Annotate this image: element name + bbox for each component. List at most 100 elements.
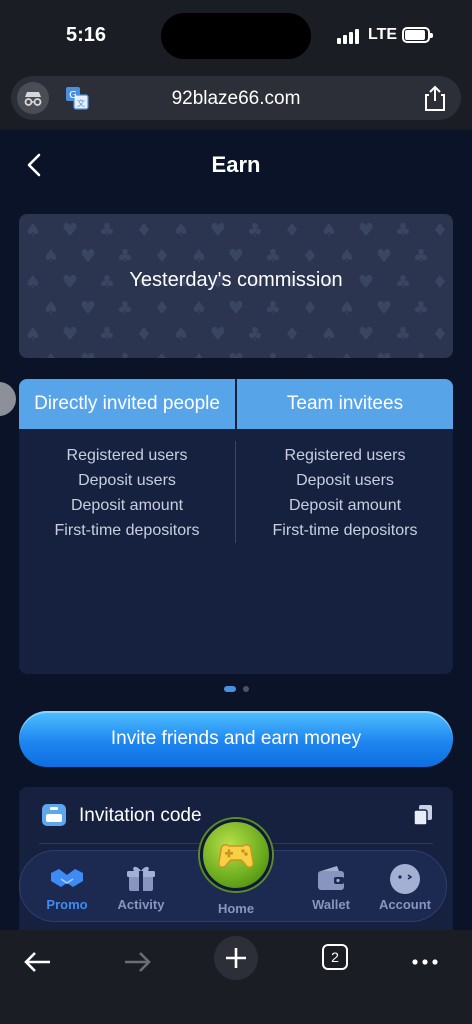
stat-label: Deposit amount [288,497,402,514]
stat-label: Deposit users [296,472,394,489]
gamepad-icon [218,844,254,868]
suit-pattern-glyph: ♥ [376,350,392,358]
tab-switcher-button[interactable]: 2 [322,944,348,970]
inbox-icon [41,803,67,827]
suit-pattern-glyph: ♣ [99,324,115,345]
suit-pattern-glyph: ♦ [136,324,152,345]
suit-pattern-glyph: ♠ [339,350,355,358]
commission-label: Yesterday's commission [129,269,343,291]
suit-pattern-glyph: ♠ [191,350,207,358]
handshake-icon [32,863,102,895]
carousel-dot[interactable] [243,686,249,692]
stats-card: Directly invited people Team invitees Re… [19,379,453,674]
stat-label: First-time depositors [54,522,200,539]
forward-arrow-icon[interactable] [117,942,157,982]
more-menu-icon[interactable] [406,942,446,982]
battery-icon [402,27,433,43]
suit-pattern-glyph: ♣ [117,298,133,319]
suit-pattern-glyph: ♦ [302,298,318,319]
signal-icon [337,28,359,44]
suit-pattern-glyph: ♦ [154,298,170,319]
suit-pattern-glyph: ♣ [117,350,133,358]
suit-pattern-glyph: ♥ [80,350,96,358]
suit-pattern-glyph: ♣ [265,350,281,358]
stat-label: Deposit users [78,472,176,489]
stat-label: Registered users [284,447,406,464]
suit-pattern-glyph: ♠ [339,298,355,319]
suit-pattern-glyph: ♠ [25,220,41,241]
stat-label: First-time depositors [272,522,418,539]
tab-directly-invited[interactable]: Directly invited people [19,379,235,429]
status-time: 5:16 [66,24,107,46]
suit-pattern-glyph: ♥ [228,350,244,358]
tab-label: Activity [117,897,165,912]
stat-label: Deposit amount [70,497,184,514]
suit-pattern-glyph: ♣ [117,246,133,267]
share-icon[interactable] [423,84,447,112]
suit-pattern-glyph: ♣ [247,324,263,345]
suit-pattern-glyph: ♣ [413,246,429,267]
wallet-icon [296,863,366,895]
suit-pattern-glyph: ♦ [136,220,152,241]
suit-pattern-glyph: ♣ [265,298,281,319]
tab-label: Account [379,897,431,912]
suit-pattern-glyph: ♠ [43,350,59,358]
tab-label: Wallet [312,897,350,912]
tab-wallet[interactable]: Wallet [296,863,366,912]
url-text: 92blaze66.com [171,88,301,109]
app-header: Earn [0,130,472,200]
suit-pattern-glyph: ♦ [450,246,453,267]
suit-pattern-glyph: ♠ [173,220,189,241]
suit-pattern-glyph: ♦ [284,220,300,241]
carousel-dot-active[interactable] [224,686,236,692]
suit-pattern-glyph: ♣ [413,350,429,358]
tab-home-label: Home [217,901,255,916]
network-label: LTE [368,26,398,43]
invitation-code-label: Invitation code [79,805,202,826]
suit-pattern-glyph: ♣ [395,220,411,241]
suit-pattern-glyph: ♥ [80,246,96,267]
suit-pattern-glyph: ♥ [358,220,374,241]
address-field[interactable]: G 文 92blaze66.com [11,76,461,120]
back-arrow-icon[interactable] [18,942,58,982]
suit-pattern-glyph: ♠ [191,246,207,267]
tab-label: Promo [46,897,88,912]
suit-pattern-glyph: ♦ [432,324,448,345]
commission-card: ♠♥♣♦♠♥♣♦♠♥♣♦♠♥♣♦♠♥♣♦♠♥♣♦♠♥♣♦♠♥♣♦♠♥♣♦♠♥♣♦… [19,214,453,358]
suit-pattern-glyph: ♦ [450,350,453,358]
suit-pattern-glyph: ♠ [191,298,207,319]
stats-divider [235,441,236,543]
page-title: Earn [211,152,261,177]
suit-pattern-glyph: ♦ [432,220,448,241]
invite-friends-button[interactable]: Invite friends and earn money [19,711,453,767]
suit-pattern-glyph: ♣ [265,246,281,267]
suit-pattern-glyph: ♠ [321,220,337,241]
suit-pattern-glyph: ♦ [450,298,453,319]
suit-pattern-glyph: ♥ [210,324,226,345]
gift-icon [106,863,176,895]
new-tab-icon[interactable] [214,936,258,980]
suit-pattern-glyph: ♣ [99,220,115,241]
floating-handle[interactable] [0,382,16,416]
suit-pattern-glyph: ♥ [228,246,244,267]
suit-pattern-glyph: ♦ [302,350,318,358]
tab-activity[interactable]: Activity [106,863,176,912]
suit-pattern-glyph: ♠ [339,246,355,267]
copy-icon[interactable] [413,804,433,826]
suit-pattern-glyph: ♦ [302,246,318,267]
tab-home-button[interactable] [200,819,272,891]
tab-team-invitees[interactable]: Team invitees [237,379,453,429]
tab-account[interactable]: Account [370,863,440,912]
suit-pattern-glyph: ♥ [80,298,96,319]
suit-pattern-glyph: ♠ [25,324,41,345]
browser-toolbar: 2 [0,930,472,1024]
suit-pattern-glyph: ♥ [210,220,226,241]
suit-pattern-glyph: ♦ [154,350,170,358]
suit-pattern-glyph: ♥ [228,298,244,319]
suit-pattern-glyph: ♦ [284,324,300,345]
status-bar: 5:16 LTE [0,0,472,72]
suit-pattern-glyph: ♠ [43,298,59,319]
dynamic-island [161,13,311,59]
tab-promo[interactable]: Promo [32,863,102,912]
suit-pattern-glyph: ♠ [43,246,59,267]
